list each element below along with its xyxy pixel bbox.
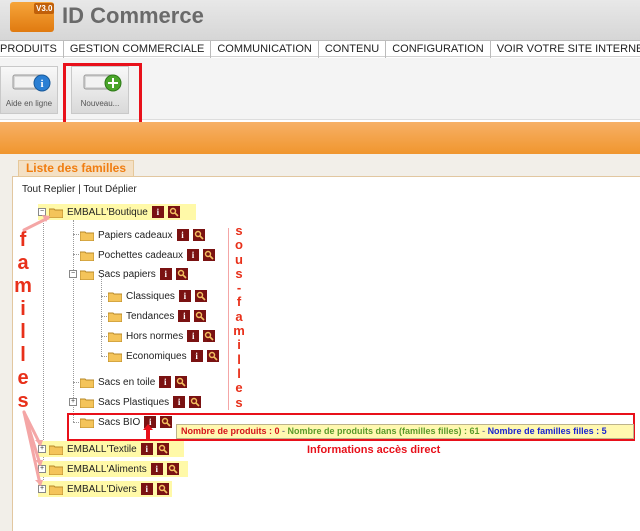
- annotation-letter: s: [235, 394, 243, 410]
- menu-produits[interactable]: PRODUITS: [0, 41, 64, 58]
- orange-banner: [0, 122, 640, 154]
- annotation-letter: s: [235, 223, 243, 238]
- family-info-tooltip: Nombre de produits : 0 - Nombre de produ…: [176, 424, 634, 439]
- annotation-letter: -: [236, 280, 242, 296]
- tree-row-sacs-plastiques[interactable]: + Sacs Plastiques i: [69, 394, 203, 410]
- tree-row-pochettes-cadeaux[interactable]: Pochettes cadeaux i: [80, 247, 217, 263]
- info-icon[interactable]: i: [159, 268, 172, 280]
- annotation-letter: m: [233, 323, 245, 339]
- magnifier-icon[interactable]: [167, 206, 180, 218]
- magnifier-icon[interactable]: [156, 483, 169, 495]
- folder-icon: [80, 231, 94, 241]
- info-icon[interactable]: i: [190, 350, 203, 362]
- new-button-highlight: [63, 63, 142, 126]
- direct-access-label: Informations accès direct: [307, 444, 441, 456]
- sous-familles-annotation: s o u s - f a m i l l e s: [232, 223, 246, 410]
- family-label[interactable]: Classiques: [126, 291, 175, 302]
- info-icon[interactable]: i: [151, 206, 164, 218]
- tree-row-sacs-toile[interactable]: Sacs en toile i: [80, 374, 189, 390]
- info-icon[interactable]: i: [176, 229, 189, 241]
- family-label[interactable]: Sacs Plastiques: [98, 397, 169, 408]
- menu-configuration[interactable]: CONFIGURATION: [386, 41, 491, 58]
- menu-gestion-commerciale[interactable]: GESTION COMMERCIALE: [64, 41, 212, 58]
- main-menu: PRODUITS GESTION COMMERCIALE COMMUNICATI…: [0, 40, 640, 58]
- folder-icon: [80, 270, 94, 280]
- annotation-letter: l: [237, 365, 241, 381]
- info-icon[interactable]: i: [187, 249, 200, 261]
- annotation-letter: f: [236, 294, 242, 310]
- annotation-letter: a: [235, 308, 243, 324]
- menu-communication[interactable]: COMMUNICATION: [211, 41, 319, 58]
- child-family-count: Nombre de familles filles : 5: [487, 426, 607, 436]
- info-icon[interactable]: i: [150, 463, 163, 475]
- annotation-letter: o: [235, 237, 243, 253]
- magnifier-icon[interactable]: [194, 310, 207, 322]
- family-label[interactable]: Papiers cadeaux: [98, 230, 173, 241]
- tree-row-classiques[interactable]: Classiques i: [108, 288, 209, 304]
- magnifier-icon[interactable]: [175, 268, 188, 280]
- logo-version: V3.0: [34, 3, 55, 14]
- annotation-letter: l: [237, 351, 241, 367]
- magnifier-icon[interactable]: [206, 350, 219, 362]
- tree-row-tendances[interactable]: Tendances i: [108, 308, 208, 324]
- menu-contenu[interactable]: CONTENU: [319, 41, 387, 58]
- info-icon[interactable]: i: [187, 330, 200, 342]
- child-product-count: Nombre de produits dans (familles filles…: [287, 426, 480, 436]
- folder-icon: [108, 332, 122, 342]
- annotation-bracket: [228, 228, 229, 410]
- folder-icon: [80, 378, 94, 388]
- expand-all-link[interactable]: Tout Déplier: [83, 184, 136, 195]
- app-title: ID Commerce: [62, 3, 204, 28]
- folder-icon: [108, 292, 122, 302]
- info-icon[interactable]: i: [140, 443, 153, 455]
- product-count: Nombre de produits : 0: [181, 426, 280, 436]
- magnifier-icon[interactable]: [175, 376, 188, 388]
- panel-title: Liste des familles: [18, 160, 134, 177]
- collapse-all-link[interactable]: Tout Replier: [22, 184, 75, 195]
- family-label[interactable]: Tendances: [126, 311, 174, 322]
- folder-icon: [80, 398, 94, 408]
- app-logo: V3.0: [10, 2, 55, 32]
- family-label[interactable]: Sacs en toile: [98, 377, 155, 388]
- family-label[interactable]: Economiques: [126, 351, 187, 362]
- annotation-arrows: [22, 215, 50, 486]
- magnifier-icon[interactable]: [189, 396, 202, 408]
- info-icon[interactable]: i: [173, 396, 186, 408]
- magnifier-icon[interactable]: [192, 229, 205, 241]
- help-button[interactable]: i Aide en ligne: [0, 66, 58, 114]
- folder-icon: [108, 352, 122, 362]
- info-icon[interactable]: i: [178, 290, 191, 302]
- svg-text:i: i: [40, 78, 43, 90]
- tree-controls: Tout Replier | Tout Déplier: [22, 184, 137, 195]
- menu-voir-site[interactable]: VOIR VOTRE SITE INTERNET: [491, 41, 640, 58]
- info-icon[interactable]: i: [159, 376, 172, 388]
- annotation-letter: i: [237, 337, 241, 353]
- magnifier-icon[interactable]: [166, 463, 179, 475]
- tree-row-papiers-cadeaux[interactable]: Papiers cadeaux i: [80, 227, 207, 243]
- info-separator: -: [279, 426, 288, 436]
- app-header: V3.0 ID Commerce: [0, 0, 640, 40]
- magnifier-icon[interactable]: [156, 443, 169, 455]
- info-icon[interactable]: i: [178, 310, 191, 322]
- tree-row-sacs-papiers[interactable]: − Sacs papiers i: [69, 266, 190, 282]
- family-label[interactable]: Sacs papiers: [98, 269, 156, 280]
- tree-row-economiques[interactable]: Economiques i: [108, 348, 221, 364]
- folder-icon: [108, 312, 122, 322]
- help-info-icon: i: [12, 74, 51, 92]
- info-separator: -: [479, 426, 488, 436]
- tree-row-hors-normes[interactable]: Hors normes i: [108, 328, 217, 344]
- arrow-up-icon: [143, 424, 153, 440]
- annotation-letter: e: [235, 380, 243, 396]
- magnifier-icon[interactable]: [203, 249, 216, 261]
- annotation-letter: u: [235, 251, 243, 267]
- info-icon[interactable]: i: [140, 483, 153, 495]
- magnifier-icon[interactable]: [194, 290, 207, 302]
- family-label[interactable]: Pochettes cadeaux: [98, 250, 183, 261]
- family-label[interactable]: Hors normes: [126, 331, 183, 342]
- folder-icon: [80, 251, 94, 261]
- help-button-label: Aide en ligne: [5, 99, 53, 108]
- magnifier-icon[interactable]: [203, 330, 216, 342]
- links-separator: |: [78, 184, 81, 195]
- annotation-letter: s: [235, 265, 243, 281]
